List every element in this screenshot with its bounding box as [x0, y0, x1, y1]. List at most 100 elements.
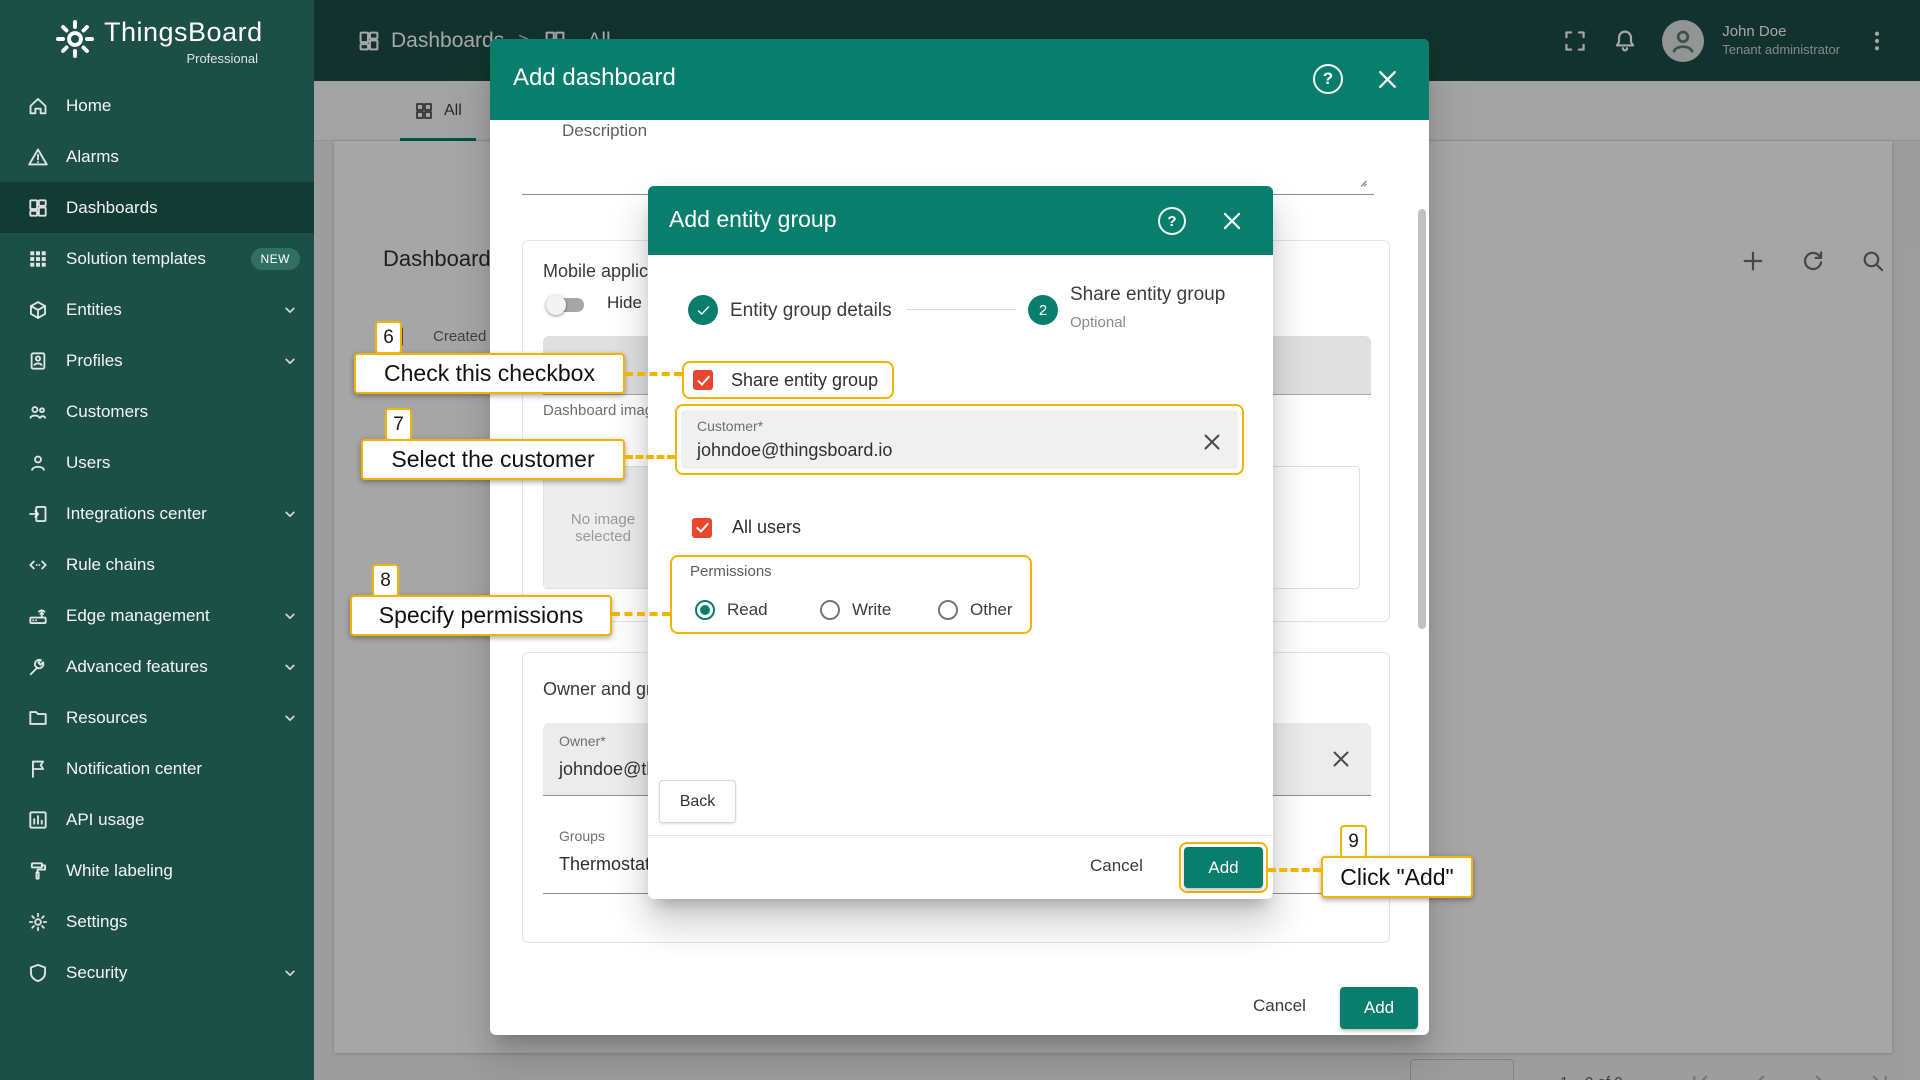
step-1-label[interactable]: Entity group details	[730, 300, 892, 322]
dialog-title: Add dashboard	[513, 64, 676, 92]
sidebar-item-white-labeling[interactable]: White labeling	[0, 845, 314, 896]
sidebar: ThingsBoard Professional Home Alarms Dashb…	[0, 0, 314, 1080]
sidebar-nav: Home Alarms Dashboards Solution templates NE…	[0, 80, 314, 998]
customer-field-value: johndoe@thingsboard.io	[697, 440, 892, 461]
annotation-connector-8	[612, 612, 670, 616]
dialog-scrollbar[interactable]	[1418, 209, 1426, 629]
brand-logo[interactable]: ThingsBoard Professional	[0, 0, 314, 80]
help-icon[interactable]: ?	[1158, 207, 1186, 235]
sidebar-item-label: Solution templates	[66, 249, 243, 269]
sidebar-item-label: Dashboards	[66, 198, 300, 218]
sidebar-item-rule-chains[interactable]: Rule chains	[0, 539, 314, 590]
api-icon	[27, 809, 49, 831]
whitelabel-icon	[27, 860, 49, 882]
add-button[interactable]: Add	[1340, 987, 1418, 1029]
sidebar-item-security[interactable]: Security	[0, 947, 314, 998]
annotation-number-9: 9	[1340, 825, 1367, 858]
sidebar-item-home[interactable]: Home	[0, 80, 314, 131]
chevron-down-icon	[280, 351, 300, 371]
annotation-connector-6	[625, 372, 682, 376]
add-button[interactable]: Add	[1184, 847, 1263, 888]
advanced-icon	[27, 656, 49, 678]
sidebar-item-entities[interactable]: Entities	[0, 284, 314, 335]
settings-icon	[27, 911, 49, 933]
sidebar-item-label: Advanced features	[66, 657, 280, 677]
description-field[interactable]: Description	[522, 101, 1374, 195]
sidebar-item-label: White labeling	[66, 861, 300, 881]
clear-customer-icon[interactable]	[1200, 430, 1224, 454]
sidebar-item-label: Security	[66, 963, 280, 983]
permission-radio-other[interactable]: Other	[938, 598, 1013, 622]
step-2-label[interactable]: Share entity group	[1070, 284, 1225, 306]
sidebar-item-label: Edge management	[66, 606, 280, 626]
brand-name: ThingsBoard	[104, 17, 263, 48]
sidebar-item-label: Notification center	[66, 759, 300, 779]
users-icon	[27, 452, 49, 474]
sidebar-item-label: Customers	[66, 402, 300, 422]
sidebar-item-users[interactable]: Users	[0, 437, 314, 488]
all-users-checkbox[interactable]	[692, 518, 712, 538]
owner-field-label: Owner*	[559, 733, 606, 749]
add-entity-group-dialog: Add entity group ? Entity group details …	[648, 186, 1273, 899]
clear-owner-icon[interactable]	[1329, 747, 1353, 771]
sidebar-item-advanced-features[interactable]: Advanced features	[0, 641, 314, 692]
sidebar-item-label: Rule chains	[66, 555, 300, 575]
sidebar-item-solution-templates[interactable]: Solution templates NEW	[0, 233, 314, 284]
chevron-down-icon	[280, 708, 300, 728]
sidebar-item-edge-management[interactable]: Edge management	[0, 590, 314, 641]
radio-unselected-icon	[820, 600, 840, 620]
profiles-icon	[27, 350, 49, 372]
permission-radio-read[interactable]: Read	[695, 598, 768, 622]
sidebar-item-notification-center[interactable]: Notification center	[0, 743, 314, 794]
alarm-icon	[27, 146, 49, 168]
permission-radio-write[interactable]: Write	[820, 598, 891, 622]
annotation-number-7: 7	[385, 408, 412, 441]
notification-icon	[27, 758, 49, 780]
resources-icon	[27, 707, 49, 729]
hide-toggle[interactable]	[548, 298, 584, 312]
dialog-title: Add entity group	[669, 206, 837, 233]
step-2-number: 2	[1028, 295, 1058, 325]
stepper-divider	[906, 309, 1016, 310]
new-badge: NEW	[251, 248, 301, 270]
sidebar-item-profiles[interactable]: Profiles	[0, 335, 314, 386]
groups-field-label: Groups	[559, 828, 605, 844]
cancel-button[interactable]: Cancel	[1253, 996, 1306, 1016]
cancel-button[interactable]: Cancel	[1090, 856, 1143, 876]
chevron-down-icon	[280, 606, 300, 626]
sidebar-item-label: Entities	[66, 300, 280, 320]
help-icon[interactable]: ?	[1313, 64, 1343, 94]
check-icon	[695, 302, 712, 319]
security-icon	[27, 962, 49, 984]
close-icon[interactable]	[1374, 66, 1401, 93]
sidebar-item-dashboards[interactable]: Dashboards	[0, 182, 314, 233]
annotation-check-checkbox: Check this checkbox	[354, 353, 625, 394]
brand-subtitle: Professional	[104, 51, 258, 66]
sidebar-item-customers[interactable]: Customers	[0, 386, 314, 437]
screen: ThingsBoard Professional Home Alarms Dashb…	[0, 0, 1920, 1080]
sidebar-item-settings[interactable]: Settings	[0, 896, 314, 947]
dashboard-image-label: Dashboard image	[543, 402, 661, 419]
share-entity-group-highlight: Share entity group	[682, 361, 894, 399]
annotation-select-customer: Select the customer	[361, 439, 625, 480]
radio-label: Read	[727, 600, 768, 620]
sidebar-item-api-usage[interactable]: API usage	[0, 794, 314, 845]
all-users-label: All users	[732, 517, 801, 538]
integrations-icon	[27, 503, 49, 525]
share-entity-group-checkbox[interactable]	[693, 370, 713, 390]
back-button[interactable]: Back	[659, 780, 736, 823]
sidebar-item-resources[interactable]: Resources	[0, 692, 314, 743]
resize-handle-icon[interactable]	[1354, 174, 1370, 190]
sidebar-item-label: Resources	[66, 708, 280, 728]
customers-icon	[27, 401, 49, 423]
step-2-optional-label: Optional	[1070, 314, 1126, 331]
step-1-completed-icon	[688, 295, 718, 325]
close-icon[interactable]	[1219, 208, 1245, 234]
permissions-group-highlight: Permissions ReadWriteOther	[670, 555, 1032, 634]
entities-icon	[27, 299, 49, 321]
sidebar-item-label: API usage	[66, 810, 300, 830]
sidebar-item-integrations-center[interactable]: Integrations center	[0, 488, 314, 539]
sidebar-item-alarms[interactable]: Alarms	[0, 131, 314, 182]
sidebar-item-label: Alarms	[66, 147, 300, 167]
customer-field[interactable]: Customer* johndoe@thingsboard.io	[681, 410, 1238, 469]
